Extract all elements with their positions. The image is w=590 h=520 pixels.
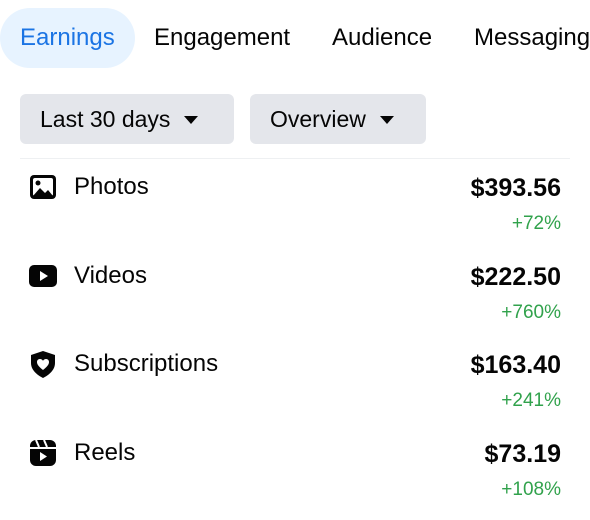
earnings-amount: $163.40: [470, 351, 561, 379]
earnings-amount: $393.56: [470, 174, 561, 202]
date-range-dropdown[interactable]: Last 30 days: [20, 94, 234, 144]
earnings-change: +72%: [511, 213, 561, 234]
date-range-label: Last 30 days: [40, 105, 171, 132]
heart-shield-icon: [31, 351, 55, 378]
video-play-icon: [29, 265, 57, 287]
earnings-row-reels[interactable]: Reels $73.19 +108%: [0, 438, 590, 518]
earnings-label: Videos: [74, 262, 147, 289]
view-dropdown[interactable]: Overview: [250, 94, 426, 144]
caret-down-icon: [379, 116, 394, 124]
photo-icon: [30, 175, 56, 199]
tab-engagement[interactable]: Engagement: [154, 8, 290, 68]
tab-earnings[interactable]: Earnings: [0, 8, 135, 68]
reels-icon: [30, 439, 56, 466]
earnings-label: Reels: [74, 439, 136, 466]
divider: [20, 158, 570, 159]
earnings-row-photos[interactable]: Photos $393.56 +72%: [0, 172, 590, 252]
earnings-change: +241%: [501, 390, 561, 411]
caret-down-icon: [184, 116, 199, 124]
earnings-label: Photos: [74, 173, 149, 200]
tab-messaging[interactable]: Messaging: [474, 8, 590, 68]
tab-audience[interactable]: Audience: [332, 8, 432, 68]
view-label: Overview: [270, 105, 366, 132]
earnings-row-videos[interactable]: Videos $222.50 +760%: [0, 261, 590, 341]
earnings-change: +760%: [501, 302, 561, 323]
earnings-label: Subscriptions: [74, 350, 219, 377]
earnings-amount: $222.50: [470, 263, 561, 291]
earnings-change: +108%: [501, 479, 561, 500]
earnings-amount: $73.19: [484, 440, 561, 468]
tab-bar: Earnings Engagement Audience Messaging: [0, 8, 590, 68]
earnings-row-subscriptions[interactable]: Subscriptions $163.40 +241%: [0, 349, 590, 429]
